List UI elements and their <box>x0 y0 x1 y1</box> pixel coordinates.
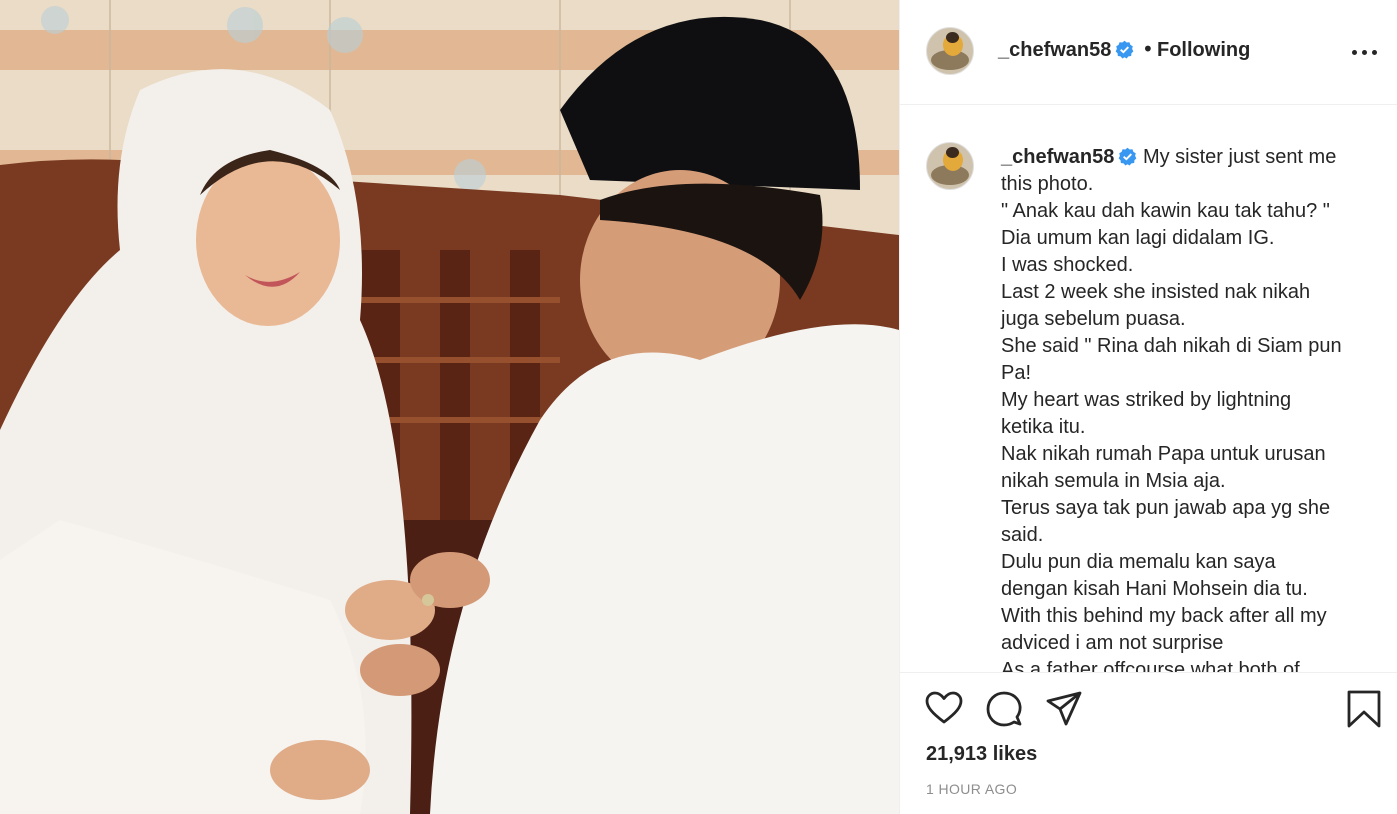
caption-line: My heart was striked by lightning <box>1001 389 1292 411</box>
wedding-photo-image <box>0 0 899 814</box>
caption-line: Nak nikah rumah Papa untuk urusan <box>1001 443 1326 465</box>
separator-dot: • <box>1142 37 1154 61</box>
post-header: _chefwan58 • Following <box>900 0 1397 105</box>
avatar[interactable] <box>926 27 974 75</box>
caption-line: this photo. <box>1001 173 1094 195</box>
caption-line: ketika itu. <box>1001 416 1086 438</box>
comment-bubble-icon[interactable] <box>984 689 1024 729</box>
caption-avatar[interactable] <box>926 142 974 190</box>
post-actions: 21,913 likes 1 HOUR AGO <box>900 672 1397 814</box>
caption-line: I was shocked. <box>1001 254 1134 276</box>
share-paper-plane-icon[interactable] <box>1044 689 1084 729</box>
caption-line: As a father offcourse what both of <box>1001 659 1300 672</box>
caption-username-text[interactable]: _chefwan58 <box>1001 146 1114 168</box>
caption-line: She said " Rina dah nikah di Siam pun <box>1001 335 1342 357</box>
verified-badge-icon <box>1119 147 1137 166</box>
caption-line: Terus saya tak pun jawab apa yg she <box>1001 497 1331 519</box>
caption-line: Dulu pun dia memalu kan saya <box>1001 551 1276 573</box>
header-username[interactable]: _chefwan58 <box>998 39 1134 62</box>
caption-line: said. <box>1001 524 1044 546</box>
caption-line: My sister just sent me <box>1142 146 1337 168</box>
caption-line: Dia umum kan lagi didalam IG. <box>1001 227 1275 249</box>
verified-badge-icon <box>1116 40 1134 59</box>
caption-line: " Anak kau dah kawin kau tak tahu? " <box>1001 200 1330 222</box>
caption-line: Last 2 week she insisted nak nikah <box>1001 281 1311 303</box>
header-username-text[interactable]: _chefwan58 <box>998 39 1111 61</box>
caption-line: Pa! <box>1001 362 1032 384</box>
more-options-icon[interactable] <box>1350 40 1380 64</box>
save-bookmark-icon[interactable] <box>1344 689 1384 729</box>
caption-line: With this behind my back after all my <box>1001 605 1327 627</box>
likes-count[interactable]: 21,913 likes <box>926 743 1037 766</box>
caption-username[interactable]: _chefwan58 <box>1001 146 1137 168</box>
post-caption: _chefwan58 My sister just sent me this p… <box>1001 144 1361 672</box>
post-photo[interactable] <box>0 0 899 814</box>
caption-line: nikah semula in Msia aja. <box>1001 470 1226 492</box>
caption-line: adviced i am not surprise <box>1001 632 1224 654</box>
following-button[interactable]: Following <box>1157 39 1250 62</box>
post-sidebar: _chefwan58 • Following _chefwan58 My sis… <box>899 0 1397 814</box>
like-heart-icon[interactable] <box>924 689 964 729</box>
caption-line: juga sebelum puasa. <box>1001 308 1186 330</box>
caption-line: dengan kisah Hani Mohsein dia tu. <box>1001 578 1308 600</box>
post-timestamp[interactable]: 1 HOUR AGO <box>926 781 1017 797</box>
comments-area[interactable]: _chefwan58 My sister just sent me this p… <box>900 106 1397 672</box>
